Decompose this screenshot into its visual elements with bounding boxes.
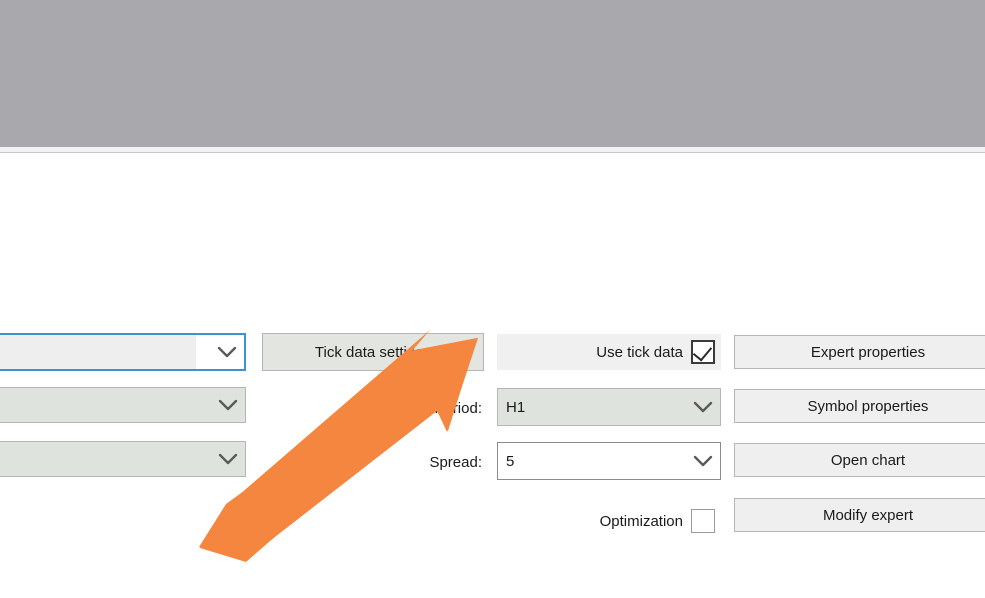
spread-combobox[interactable]: 5: [497, 442, 721, 480]
spread-combobox-value[interactable]: 5: [498, 453, 686, 470]
settings-panel: Tick data settings Use tick data Period:…: [0, 157, 985, 598]
chevron-down-icon[interactable]: [211, 399, 245, 412]
modify-expert-button[interactable]: Modify expert: [734, 498, 985, 532]
period-label: Period:: [434, 399, 482, 417]
period-combobox[interactable]: H1: [497, 388, 721, 426]
chevron-down-icon[interactable]: [210, 346, 244, 359]
chevron-down-icon[interactable]: [686, 401, 720, 414]
use-tick-data-row[interactable]: Use tick data: [497, 334, 721, 370]
open-chart-button[interactable]: Open chart: [734, 443, 985, 477]
chevron-down-icon[interactable]: [686, 455, 720, 468]
expert-properties-button[interactable]: Expert properties: [734, 335, 985, 369]
app-window: Tick data settings Use tick data Period:…: [0, 0, 985, 598]
combobox-fill: [0, 335, 196, 369]
use-tick-data-label: Use tick data: [596, 343, 683, 361]
tick-data-settings-button[interactable]: Tick data settings: [262, 333, 484, 371]
check-mark-icon: [692, 341, 713, 362]
optimization-label: Optimization: [599, 512, 683, 530]
symbol-combobox[interactable]: [0, 333, 246, 371]
spread-label: Spread:: [429, 453, 482, 471]
chevron-down-icon[interactable]: [211, 453, 245, 466]
model-combobox[interactable]: [0, 387, 246, 423]
window-chrome-area: [0, 0, 985, 147]
checkbox-unchecked-icon[interactable]: [691, 509, 715, 533]
symbol-properties-button[interactable]: Symbol properties: [734, 389, 985, 423]
optimization-row[interactable]: Optimization: [497, 502, 721, 540]
checkbox-checked-icon[interactable]: [691, 340, 715, 364]
period-combobox-value: H1: [506, 398, 526, 416]
deposit-combobox[interactable]: [0, 441, 246, 477]
